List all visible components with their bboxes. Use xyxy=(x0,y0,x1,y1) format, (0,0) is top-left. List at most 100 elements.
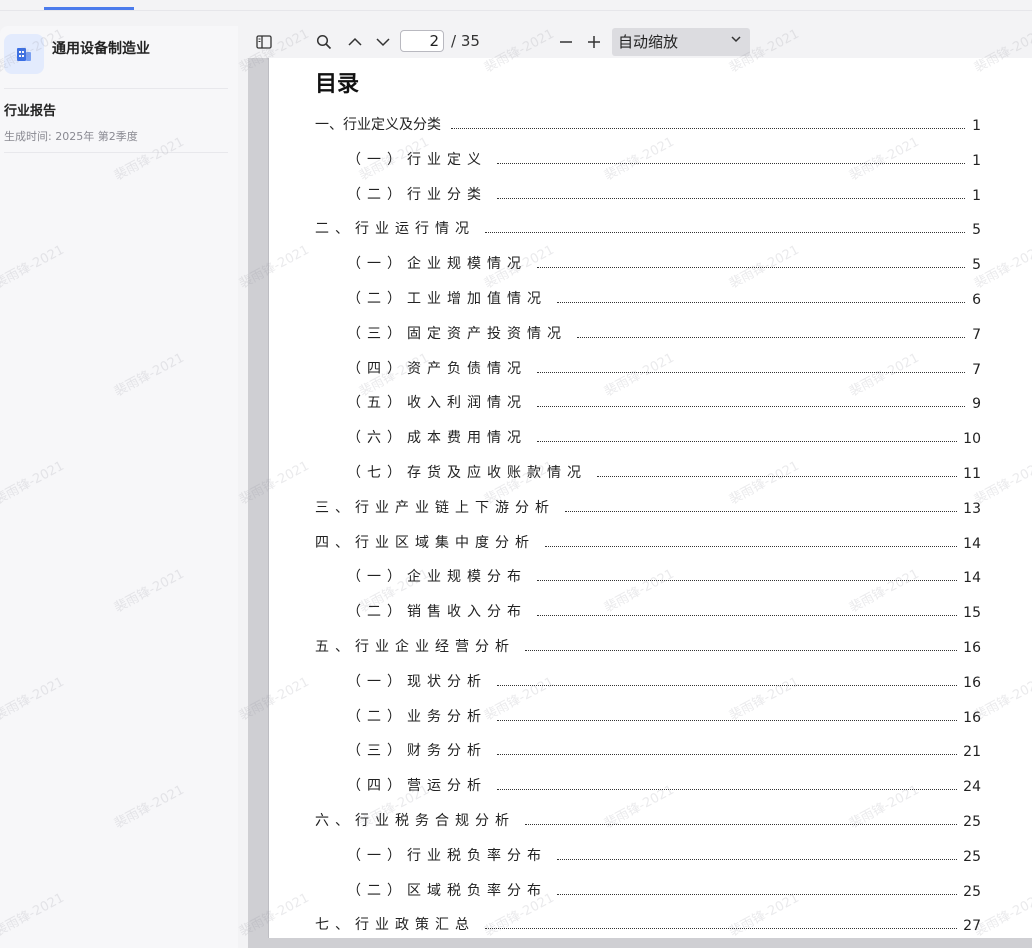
toc-entry[interactable]: （二）行业分类 1 xyxy=(347,184,981,204)
chevron-down-icon xyxy=(376,38,390,47)
toc-entry-label: （三）财务分析 xyxy=(347,743,487,760)
toc-entry[interactable]: （二）工业增加值情况 6 xyxy=(347,288,981,308)
page-total: / 35 xyxy=(451,32,480,50)
zoom-out-button[interactable] xyxy=(554,30,578,54)
browser-top-strip xyxy=(0,0,1032,11)
toc-entry-page: 13 xyxy=(963,500,981,517)
toc-dot-leader xyxy=(597,475,958,477)
toc-entry[interactable]: 二、行业运行情况 5 xyxy=(315,218,981,238)
toc-entry-page: 6 xyxy=(972,292,981,308)
report-title: 行业报告 xyxy=(4,104,57,119)
zoom-value: 自动缩放 xyxy=(618,33,679,51)
search-icon xyxy=(316,34,332,50)
toc-dot-leader xyxy=(525,649,958,651)
toc-entry-page: 16 xyxy=(963,709,981,726)
toc-entry-label: （五）收入利润情况 xyxy=(347,395,527,412)
toc-entry-page: 7 xyxy=(972,326,981,343)
sidebar-toggle-icon xyxy=(256,35,272,49)
toc-entry[interactable]: （二）区域税负率分布 25 xyxy=(347,880,981,900)
toc-entry-label: 一、行业定义及分类 xyxy=(315,117,441,133)
toc-entry[interactable]: 三、行业产业链上下游分析 13 xyxy=(315,497,981,517)
toc-entry-label: （四）营运分析 xyxy=(347,778,487,795)
toc-dot-leader xyxy=(485,231,965,234)
toc-entry[interactable]: （三）固定资产投资情况 7 xyxy=(347,323,981,343)
toc-dot-leader xyxy=(451,127,965,129)
toc-entry-page: 27 xyxy=(963,918,981,935)
active-tab-indicator xyxy=(44,7,134,10)
toc-entry-label: （二）工业增加值情况 xyxy=(347,291,547,307)
toc-entry-label: 二、行业运行情况 xyxy=(315,221,475,238)
toc-entry-label: 三、行业产业链上下游分析 xyxy=(315,499,555,516)
toc-dot-leader xyxy=(537,579,958,582)
toc-entry-page: 5 xyxy=(972,257,981,274)
toc-entry-page: 1 xyxy=(972,152,981,169)
previous-page-button[interactable] xyxy=(343,30,367,54)
toc-entry[interactable]: （一）现状分析 16 xyxy=(347,671,981,691)
toc-entry-label: （二）业务分析 xyxy=(347,708,487,725)
next-page-button[interactable] xyxy=(371,30,395,54)
page-number-input[interactable] xyxy=(400,30,444,52)
toc-entry-page: 21 xyxy=(963,744,981,761)
toc-dot-leader xyxy=(537,440,958,443)
toc-entry[interactable]: （一）行业税负率分布 25 xyxy=(347,845,981,865)
toc-entry[interactable]: 五、行业企业经营分析 16 xyxy=(315,636,981,656)
toc-entry[interactable]: 七、行业政策汇总 27 xyxy=(315,914,981,934)
toc-entry-page: 14 xyxy=(963,535,981,552)
toc-entry[interactable]: （一）企业规模情况 5 xyxy=(347,253,981,273)
toc-entry-label: （二）区域税负率分布 xyxy=(347,882,547,899)
toc-entry[interactable]: 六、行业税务合规分析 25 xyxy=(315,810,981,830)
toc-entry[interactable]: （一）企业规模分布 14 xyxy=(347,566,981,586)
report-generated-time: 生成时间: 2025年 第2季度 xyxy=(4,130,138,143)
toc-entry-label: 五、行业企业经营分析 xyxy=(315,639,515,655)
toc-dot-leader xyxy=(565,510,958,512)
toc-entry-page: 10 xyxy=(963,431,981,448)
toc-entry[interactable]: （四）资产负债情况 7 xyxy=(347,358,981,378)
toc-entry-label: （一）行业定义 xyxy=(347,151,487,168)
toc-entry-page: 5 xyxy=(972,222,981,239)
pdf-viewer: / 35 自动缩放 目录 一、行业定义及分类 1 （一）行业定义 1 （二）行业分类 1 二… xyxy=(248,26,1032,948)
search-button[interactable] xyxy=(312,30,336,54)
toc-entry-page: 1 xyxy=(972,118,981,134)
toc-dot-leader xyxy=(497,162,965,164)
toc-entry-page: 7 xyxy=(972,361,981,378)
toc-dot-leader xyxy=(497,753,958,756)
toc-entry[interactable]: （七）存货及应收账款情况 11 xyxy=(347,462,981,482)
toc-entry-label: 七、行业政策汇总 xyxy=(315,917,475,934)
toc-dot-leader xyxy=(525,823,958,825)
toc-entry-page: 25 xyxy=(963,814,981,830)
toc-entry[interactable]: （六）成本费用情况 10 xyxy=(347,427,981,447)
toc-dot-leader xyxy=(497,197,965,199)
toc-entry[interactable]: （五）收入利润情况 9 xyxy=(347,392,981,412)
toc-entry-label: （一）企业规模情况 xyxy=(347,256,527,273)
toc-entry-page: 24 xyxy=(963,779,981,796)
toc-entry-page: 16 xyxy=(963,674,981,691)
toc-dot-leader xyxy=(577,336,965,338)
toc-entry-page: 11 xyxy=(963,466,981,482)
toc-entry[interactable]: （三）财务分析 21 xyxy=(347,740,981,760)
zoom-in-button[interactable] xyxy=(582,30,606,54)
sidebar-toggle-button[interactable] xyxy=(252,30,276,54)
toc-entry[interactable]: 一、行业定义及分类 1 xyxy=(315,114,981,134)
toc-entry-page: 15 xyxy=(963,605,981,622)
toc-entry-label: （四）资产负债情况 xyxy=(347,360,527,377)
toc-dot-leader xyxy=(537,614,958,617)
pdf-toolbar: / 35 自动缩放 xyxy=(248,26,1032,58)
toc-entry[interactable]: （二）销售收入分布 15 xyxy=(347,601,981,621)
toc-dot-leader xyxy=(557,893,958,895)
toc-entry-label: （三）固定资产投资情况 xyxy=(347,325,567,342)
building-icon xyxy=(4,34,44,74)
toc-entry-label: （二）行业分类 xyxy=(347,186,487,203)
zoom-select[interactable]: 自动缩放 xyxy=(612,28,750,56)
toc-entry[interactable]: （四）营运分析 24 xyxy=(347,775,981,795)
toc-entry[interactable]: 四、行业区域集中度分析 14 xyxy=(315,532,981,552)
chevron-up-icon xyxy=(348,37,362,46)
toc-dot-leader xyxy=(557,858,958,860)
toc-entry[interactable]: （一）行业定义 1 xyxy=(347,149,981,169)
chevron-down-icon xyxy=(731,36,741,43)
minus-icon xyxy=(560,41,572,43)
page-scroll-area[interactable]: 目录 一、行业定义及分类 1 （一）行业定义 1 （二）行业分类 1 二、行业运行情况 5 （一… xyxy=(248,58,1032,948)
toc-entry[interactable]: （二）业务分析 16 xyxy=(347,706,981,726)
toc-dot-leader xyxy=(537,405,965,408)
toc-entry-label: （六）成本费用情况 xyxy=(347,430,527,447)
report-info[interactable]: 行业报告 生成时间: 2025年 第2季度 xyxy=(4,90,228,153)
